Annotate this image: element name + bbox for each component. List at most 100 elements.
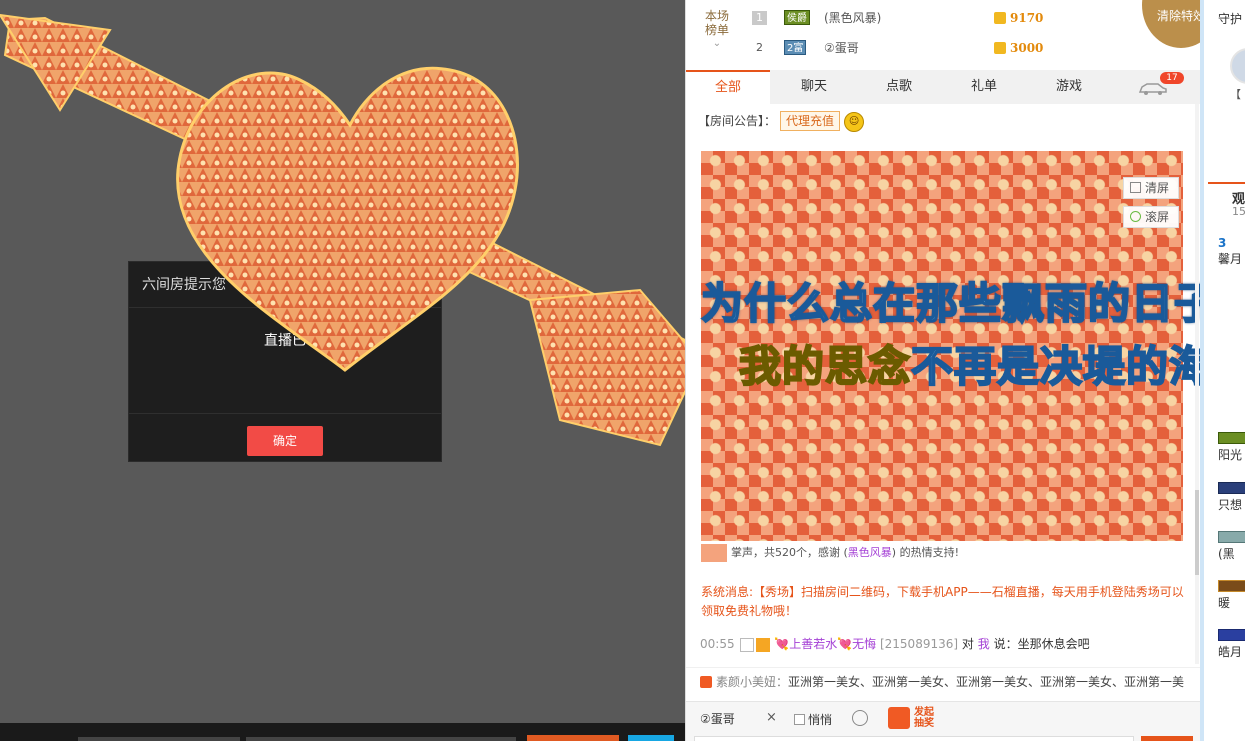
lyric-line-2: 我的思念不再是决堤的海 xyxy=(738,333,1213,394)
viewer-item[interactable]: (黑 xyxy=(1218,531,1245,569)
viewer-name: 馨月 xyxy=(1218,252,1243,266)
guard-title[interactable]: 守护 xyxy=(1218,10,1242,27)
side-divider xyxy=(1208,182,1245,184)
rank-number: 1 xyxy=(752,11,767,25)
rank-row[interactable]: 2 2富 ②蛋哥 3000 xyxy=(746,35,1086,61)
player-bottom-bar xyxy=(0,723,685,741)
bar-segment xyxy=(246,737,516,741)
dialog-footer: 确定 xyxy=(129,413,441,463)
room-announcement: 【房间公告】： 代理充值 ☺ xyxy=(698,110,865,132)
viewers-count: 15 xyxy=(1232,205,1245,218)
whisper-checkbox[interactable]: 悄悄 xyxy=(794,711,832,728)
notice-dialog: 六间房提示您 直播已 确定 xyxy=(128,261,442,462)
lyric-line-2-highlight: 我的思念 xyxy=(738,341,912,392)
send-button[interactable] xyxy=(1141,736,1193,741)
chat-message: 00:55 💘上善若水💘无悔 [215089136] 对 我 说：坐那休息会吧 xyxy=(700,635,1090,653)
viewer-badge xyxy=(1218,432,1245,444)
trash-icon xyxy=(1130,182,1141,193)
viewer-badge xyxy=(1218,629,1245,641)
viewer-badge xyxy=(1218,482,1245,494)
chat-target-me: 我 xyxy=(977,637,990,651)
level-icon xyxy=(740,637,755,652)
video-area: 六间房提示您 直播已 确定 xyxy=(0,0,685,741)
chat-text-input[interactable] xyxy=(694,736,1134,741)
coin-icon xyxy=(994,12,1006,24)
applause-message: 掌声，共520个，感谢 (黑色风暴) 的热情支持! xyxy=(701,543,959,563)
clear-screen-button[interactable]: 清屏 xyxy=(1123,177,1179,199)
chat-user-id: [215089136] xyxy=(879,637,959,651)
guard-name: 【 xyxy=(1230,88,1241,101)
rank-label-text: 本场榜单 xyxy=(704,9,729,37)
system-message: 系统消息:【秀场】扫描房间二维码，下载手机APP——石榴直播，每天用手机登陆秀场… xyxy=(701,585,1184,618)
chat-user-name[interactable]: 💘上善若水💘无悔 xyxy=(774,637,876,651)
dialog-message: 直播已 xyxy=(264,333,306,349)
viewer-name: 暖 xyxy=(1218,596,1231,610)
rank-row[interactable]: 1 侯爵 (黑色风暴) 9170 xyxy=(746,5,1086,31)
viewer-name: (黑 xyxy=(1218,547,1235,561)
avatar[interactable] xyxy=(1230,48,1245,84)
grin-emoji-icon: ☺ xyxy=(844,111,865,132)
speaker-icon xyxy=(700,676,712,688)
auto-scroll-button[interactable]: 滚屏 xyxy=(1123,206,1179,228)
lyric-line-2-rest: 不再是决堤的海 xyxy=(910,341,1213,392)
rank-user-name: (黑色风暴) xyxy=(824,11,882,25)
rank-label[interactable]: 本场榜单 ⌄ xyxy=(702,9,732,51)
viewer-item[interactable]: 阳光 xyxy=(1218,432,1245,470)
viewer-item[interactable]: 3 馨月 xyxy=(1218,236,1245,274)
tab-song[interactable]: 点歌 xyxy=(857,70,941,104)
applause-post: ) 的热情支持! xyxy=(891,546,959,559)
tab-game[interactable]: 游戏 xyxy=(1027,70,1111,104)
chat-say: 说： xyxy=(993,637,1018,651)
lottery-label: 发起抽奖 xyxy=(914,707,934,729)
chat-target-name[interactable]: ②蛋哥 xyxy=(700,710,735,727)
viewer-badge xyxy=(1218,580,1245,592)
chat-panel: 本场榜单 ⌄ 1 侯爵 (黑色风暴) 9170 2 2富 ②蛋哥 3000 ✕ … xyxy=(685,0,1220,741)
viewer-item[interactable]: 只想 xyxy=(1218,482,1245,520)
rank-number: 2 xyxy=(756,41,763,54)
clear-target-button[interactable]: × xyxy=(766,710,777,725)
auto-scroll-label: 滚屏 xyxy=(1145,210,1170,224)
car-count-badge: 17 xyxy=(1160,72,1184,84)
tab-chat[interactable]: 聊天 xyxy=(772,70,856,104)
applause-user[interactable]: 黑色风暴 xyxy=(848,546,892,559)
star-badge-icon xyxy=(756,637,771,652)
tab-gift-list[interactable]: 礼单 xyxy=(942,70,1026,104)
emoji-button-icon[interactable] xyxy=(852,710,868,726)
rank-box: 本场榜单 ⌄ 1 侯爵 (黑色风暴) 9170 2 2富 ②蛋哥 3000 ✕ … xyxy=(686,0,1220,68)
broadcast-user[interactable]: 素颜小美妞： xyxy=(716,675,788,689)
dialog-title: 六间房提示您 xyxy=(129,262,441,308)
viewer-name: 阳光 xyxy=(1218,448,1243,462)
wealth-badge: 2富 xyxy=(784,40,807,55)
viewer-badge xyxy=(1218,531,1245,543)
viewer-name: 皓月 xyxy=(1218,645,1243,659)
viewer-item[interactable]: 皓月 xyxy=(1218,629,1245,667)
agent-recharge-link[interactable]: 代理充值 xyxy=(780,111,841,131)
clear-effect-label: 清除特效 xyxy=(1156,9,1205,23)
chat-to: 对 xyxy=(961,637,974,651)
chat-scrollbar[interactable] xyxy=(1195,104,1199,664)
ok-button[interactable]: 确定 xyxy=(247,426,323,456)
gift-icon xyxy=(701,544,727,562)
side-panel: 守护 【 观 15 3 馨月 阳光 只想 (黑 暖 皓月 xyxy=(1200,0,1245,741)
announce-label: 【房间公告】： xyxy=(698,114,777,128)
viewer-item[interactable]: 暖 xyxy=(1218,580,1245,618)
rank-amount: 3000 xyxy=(1010,41,1044,55)
noble-badge: 侯爵 xyxy=(784,10,810,25)
broadcast-text: 亚洲第一美女、亚洲第一美女、亚洲第一美女、亚洲第一美女、亚洲第一美 xyxy=(788,675,1185,689)
close-icon: ✕ xyxy=(1172,0,1185,4)
applause-pre: 掌声，共520个，感谢 ( xyxy=(731,546,848,559)
rank-user-name: ②蛋哥 xyxy=(824,41,859,55)
action-button-orange[interactable] xyxy=(527,735,619,741)
chat-text: 坐那休息会吧 xyxy=(1017,637,1090,651)
chat-scrollbar-thumb[interactable] xyxy=(1195,490,1199,575)
lyric-line-1: 为什么总在那些飘雨的日子 xyxy=(700,278,1218,329)
chat-time: 00:55 xyxy=(700,637,735,651)
action-button-blue[interactable] xyxy=(628,735,674,741)
chat-input-bar: ②蛋哥 × 悄悄 发起抽奖 xyxy=(686,701,1201,741)
rank-amount: 9170 xyxy=(1010,11,1044,25)
viewer-name: 只想 xyxy=(1218,498,1243,512)
tab-all[interactable]: 全部 xyxy=(686,70,770,104)
chat-tabs: 全部 聊天 点歌 礼单 游戏 17 xyxy=(686,70,1201,104)
checkbox-icon xyxy=(794,714,805,725)
viewer-badge: 3 xyxy=(1218,236,1245,250)
